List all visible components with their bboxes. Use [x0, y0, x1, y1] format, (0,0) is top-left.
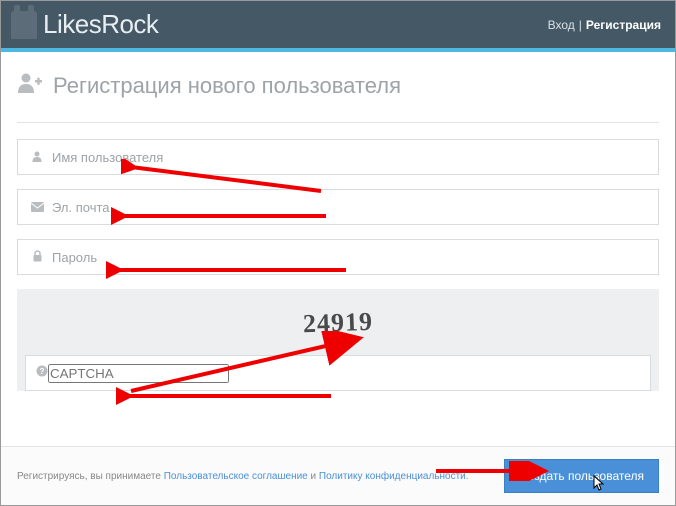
captcha-image: 24919 — [17, 299, 659, 347]
page-title-row: Регистрация нового пользователя — [17, 72, 659, 100]
username-input[interactable] — [46, 150, 648, 165]
footer: Регистрируясь, вы принимаете Пользовател… — [1, 446, 675, 505]
nav-login-link[interactable]: Вход — [548, 18, 575, 32]
terms-prefix: Регистрируясь, вы принимаете — [17, 471, 164, 482]
email-input[interactable] — [46, 200, 648, 215]
username-field[interactable] — [17, 139, 659, 175]
captcha-field[interactable]: ? — [25, 355, 651, 391]
logo-icon — [11, 11, 37, 39]
header: LikesRock Вход | Регистрация — [1, 1, 675, 48]
captcha-box: 24919 ? — [17, 289, 659, 391]
nav-links: Вход | Регистрация — [548, 18, 661, 32]
content: Регистрация нового пользователя 24919 ? — [1, 52, 675, 409]
brand-name: LikesRock — [43, 9, 158, 40]
help-icon: ? — [36, 364, 48, 382]
user-icon — [28, 150, 46, 165]
terms-suffix: . — [466, 471, 469, 482]
terms-link-privacy[interactable]: Политику конфиденциальности — [319, 471, 466, 482]
email-field[interactable] — [17, 189, 659, 225]
terms-text: Регистрируясь, вы принимаете Пользовател… — [17, 471, 469, 482]
nav-separator: | — [579, 18, 582, 32]
add-user-icon — [17, 72, 43, 100]
terms-mid: и — [308, 471, 319, 482]
svg-text:?: ? — [40, 367, 45, 376]
divider — [17, 122, 659, 123]
captcha-value: 24919 — [302, 307, 373, 339]
logo-area: LikesRock — [11, 9, 158, 40]
password-input[interactable] — [46, 250, 648, 265]
envelope-icon — [28, 200, 46, 215]
captcha-input[interactable] — [48, 364, 229, 383]
password-field[interactable] — [17, 239, 659, 275]
page-title: Регистрация нового пользователя — [53, 73, 401, 99]
lock-icon — [28, 250, 46, 265]
terms-link-agreement[interactable]: Пользовательское соглашение — [164, 471, 308, 482]
nav-register-link[interactable]: Регистрация — [586, 18, 661, 32]
submit-button[interactable]: Создать пользователя — [504, 459, 659, 493]
